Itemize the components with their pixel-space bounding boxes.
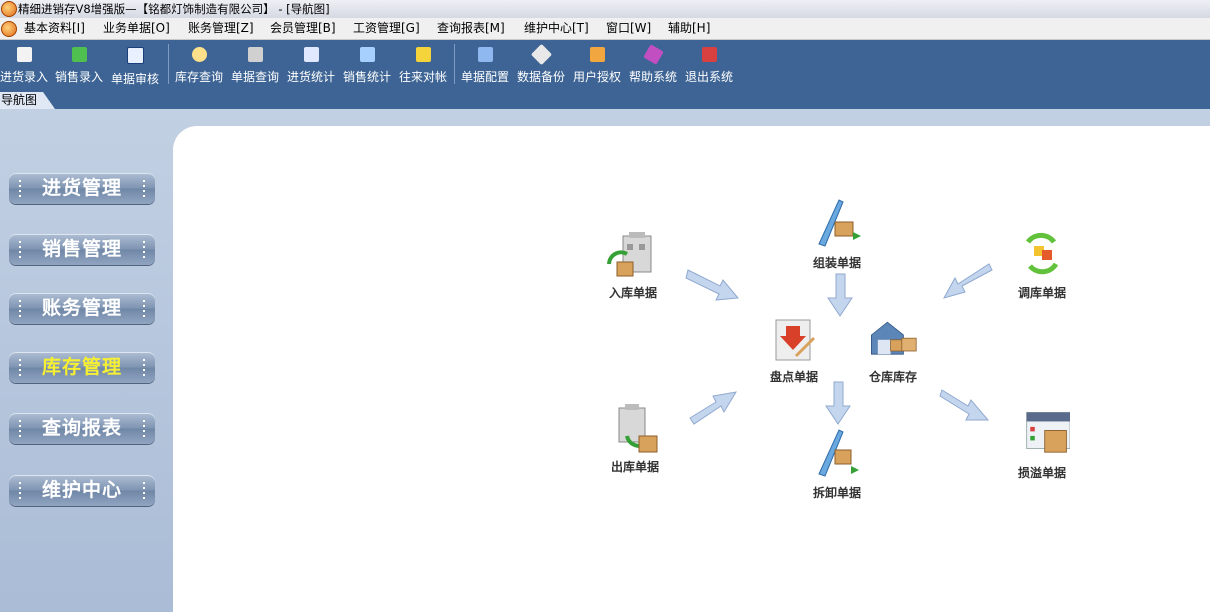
- tab-strip: 导航图: [0, 90, 1210, 109]
- grip-dots: [143, 420, 145, 437]
- document-search-icon: [247, 47, 263, 62]
- transfer-doc-icon: [1025, 232, 1059, 275]
- reconcile-icon: [415, 47, 431, 62]
- warehouse-outbound-icon: [618, 404, 658, 453]
- grip-dots: [19, 241, 21, 258]
- purchase-entry-button[interactable]: 进货录入: [0, 44, 48, 88]
- menu-bar: 基本资料[I] 业务单据[O] 账务管理[Z] 会员管理[B] 工资管理[G] …: [0, 18, 1210, 40]
- node-assemble-document[interactable]: 组装单据: [792, 198, 882, 271]
- sidebar-item-accounts[interactable]: 账务管理: [9, 293, 155, 324]
- reconcile-button[interactable]: 往来对帐: [399, 44, 447, 88]
- grip-dots: [143, 482, 145, 499]
- menu-maintenance[interactable]: 维护中心[T]: [522, 18, 591, 39]
- grip-dots: [19, 420, 21, 437]
- node-inbound-document[interactable]: 入库单据: [588, 228, 678, 301]
- menu-help[interactable]: 辅助[H]: [666, 18, 712, 39]
- document-query-button[interactable]: 单据查询: [231, 44, 279, 88]
- grip-dots: [143, 180, 145, 197]
- node-disassemble-document[interactable]: 拆卸单据: [792, 428, 882, 501]
- menu-payroll[interactable]: 工资管理[G]: [351, 18, 422, 39]
- user-authorization-button[interactable]: 用户授权: [573, 44, 621, 88]
- exit-icon: [701, 47, 717, 62]
- grip-dots: [19, 359, 21, 376]
- app-menu-icon[interactable]: [1, 21, 17, 37]
- toolbar-separator: [454, 44, 455, 84]
- purchase-stats-button[interactable]: 进货统计: [287, 44, 335, 88]
- toolbar: 进货录入 销售录入 单据审核 库存查询 单据查询 进货统计 销售统计 往来对帐 …: [0, 40, 1210, 90]
- users-icon: [589, 47, 605, 62]
- arrow-inbound-to-center: [685, 269, 739, 301]
- sidebar-item-inventory[interactable]: 库存管理: [9, 352, 155, 383]
- sales-entry-button[interactable]: 销售录入: [55, 44, 103, 88]
- sales-entry-icon: [71, 47, 87, 62]
- warehouse-inbound-icon: [607, 232, 652, 277]
- arrow-outbound-to-center: [689, 391, 737, 425]
- sidebar-item-purchase[interactable]: 进货管理: [9, 173, 155, 204]
- menu-members[interactable]: 会员管理[B]: [268, 18, 338, 39]
- stocktake-doc-icon: [775, 319, 816, 361]
- menu-accounts[interactable]: 账务管理[Z]: [186, 18, 256, 39]
- grip-dots: [19, 300, 21, 317]
- help-book-icon: [642, 44, 664, 65]
- sidebar-item-sales[interactable]: 销售管理: [9, 234, 155, 265]
- node-transfer-document[interactable]: 调库单据: [997, 228, 1087, 301]
- backup-icon: [530, 43, 552, 66]
- sales-stats-button[interactable]: 销售统计: [343, 44, 391, 88]
- window-title: 精细进销存V8增强版—【铭都灯饰制造有限公司】 - [导航图]: [18, 2, 330, 16]
- config-icon: [477, 47, 493, 62]
- sidebar-item-reports[interactable]: 查询报表: [9, 413, 155, 444]
- menu-reports[interactable]: 查询报表[M]: [435, 18, 507, 39]
- check-icon: [126, 47, 144, 64]
- grip-dots: [143, 241, 145, 258]
- magnifier-icon: [191, 47, 207, 62]
- node-loss-document[interactable]: 损溢单据: [997, 408, 1087, 481]
- app-logo-icon: [1, 1, 17, 17]
- menu-basic-data[interactable]: 基本资料[I]: [22, 18, 87, 39]
- document-review-button[interactable]: 单据审核: [111, 44, 159, 88]
- sidebar: 进货管理 销售管理 账务管理 库存管理 查询报表 维护中心: [0, 109, 173, 612]
- purchase-entry-icon: [16, 47, 32, 62]
- help-system-button[interactable]: 帮助系统: [629, 44, 677, 88]
- node-stocktake-document[interactable]: 盘点单据: [749, 312, 839, 385]
- sidebar-item-maintenance[interactable]: 维护中心: [9, 475, 155, 506]
- grip-dots: [143, 359, 145, 376]
- grip-dots: [19, 482, 21, 499]
- stats-out-icon: [359, 47, 375, 62]
- exit-system-button[interactable]: 退出系统: [685, 44, 733, 88]
- loss-doc-icon: [1026, 411, 1070, 453]
- menu-window[interactable]: 窗口[W]: [604, 18, 653, 39]
- arrow-transfer-to-center: [942, 263, 993, 299]
- arrow-center-to-disassemble: [825, 381, 851, 425]
- inventory-query-button[interactable]: 库存查询: [175, 44, 223, 88]
- warehouse-icon: [871, 321, 917, 355]
- grip-dots: [143, 300, 145, 317]
- node-warehouse-inventory[interactable]: 仓库库存: [848, 312, 938, 385]
- navigation-map-panel: [173, 126, 1210, 612]
- menu-business-docs[interactable]: 业务单据[O]: [101, 18, 172, 39]
- title-bar: 精细进销存V8增强版—【铭都灯饰制造有限公司】 - [导航图]: [0, 0, 1210, 18]
- tab-navigation-map[interactable]: 导航图: [0, 92, 55, 109]
- node-outbound-document[interactable]: 出库单据: [590, 402, 680, 475]
- arrow-center-to-loss: [939, 389, 990, 421]
- data-backup-button[interactable]: 数据备份: [517, 43, 565, 88]
- stats-in-icon: [303, 47, 319, 62]
- grip-dots: [19, 180, 21, 197]
- assemble-doc-icon: [818, 199, 861, 247]
- toolbar-separator: [168, 44, 169, 84]
- document-config-button[interactable]: 单据配置: [461, 44, 509, 88]
- disassemble-doc-icon: [818, 429, 859, 477]
